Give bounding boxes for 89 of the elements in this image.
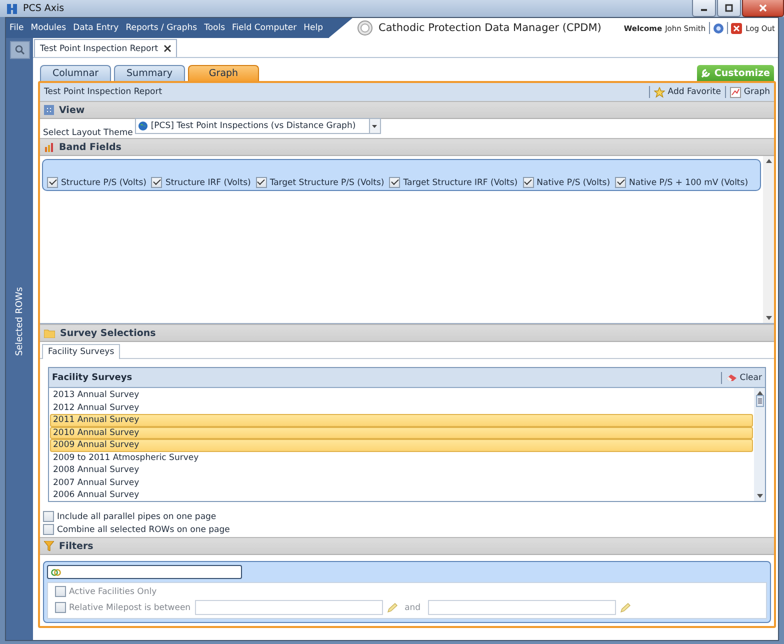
- arrow-down-icon: [766, 316, 772, 320]
- checkbox[interactable]: [615, 177, 626, 188]
- pencil-icon: [620, 602, 631, 612]
- checkbox[interactable]: [522, 177, 534, 188]
- folder-icon: [44, 328, 55, 338]
- checkbox[interactable]: [256, 177, 267, 188]
- minimize-button[interactable]: [692, 0, 716, 17]
- checkbox[interactable]: [151, 177, 162, 188]
- field-label: Select Layout Theme: [43, 128, 133, 138]
- list-item[interactable]: 2007 Annual Survey: [50, 476, 753, 489]
- list-item[interactable]: 2009 Annual Survey: [50, 439, 753, 452]
- checkbox[interactable]: [43, 524, 54, 535]
- close-icon: [730, 22, 742, 34]
- maximize-icon: [724, 4, 734, 12]
- list-title: Facility Surveys: [52, 372, 132, 382]
- section-title: Survey Selections: [60, 328, 156, 338]
- list-item[interactable]: 2013 Annual Survey: [50, 389, 753, 402]
- wrench-icon: [701, 68, 712, 78]
- globe-icon: [138, 121, 148, 131]
- menu-item[interactable]: File: [6, 23, 28, 33]
- menu-item[interactable]: Data Entry: [70, 23, 122, 33]
- checkbox-label: Native P/S (Volts): [536, 178, 610, 188]
- document-tab[interactable]: Test Point Inspection Report: [34, 39, 178, 57]
- list-item[interactable]: 2011 Annual Survey: [50, 414, 753, 426]
- checkbox[interactable]: [43, 511, 54, 522]
- checkbox-label: Native P/S + 100 mV (Volts): [629, 178, 748, 188]
- checkbox-label: Structure P/S (Volts): [61, 178, 146, 188]
- list-item[interactable]: 2012 Annual Survey: [50, 402, 753, 414]
- close-icon: [758, 4, 768, 12]
- star-icon: [654, 86, 665, 98]
- section-title: Band Fields: [59, 142, 122, 152]
- report-title: Test Point Inspection Report: [44, 87, 162, 97]
- checkbox-label: Target Structure IRF (Volts): [403, 178, 518, 188]
- search-button[interactable]: [10, 41, 30, 59]
- view-tab[interactable]: Graph: [188, 65, 259, 81]
- scroll-thumb-icon: [756, 395, 764, 407]
- list-item[interactable]: 2010 Annual Survey: [50, 426, 753, 439]
- checkbox-label: Include all parallel pipes on one page: [57, 512, 216, 522]
- chart-icon: [730, 86, 741, 98]
- report-action-link[interactable]: Add Favorite: [654, 86, 721, 98]
- clear-button[interactable]: Clear: [726, 372, 762, 382]
- pencil-icon: [386, 602, 398, 612]
- checkbox-label: Target Structure P/S (Volts): [270, 178, 384, 188]
- sidebar-label[interactable]: Selected ROWs: [14, 287, 24, 356]
- section-title: Filters: [59, 540, 94, 552]
- app-title: Cathodic Protection Data Manager (CPDM): [378, 22, 602, 34]
- menu-item[interactable]: Tools: [200, 23, 229, 33]
- filter-search-field[interactable]: [47, 565, 242, 579]
- arrow-up-icon: [756, 391, 762, 395]
- menu-item[interactable]: Field Computer: [228, 23, 300, 33]
- menu-item[interactable]: Reports / Graphs: [122, 23, 201, 33]
- checkbox-label: Relative Milepost is between: [69, 602, 191, 612]
- scrollbar[interactable]: [754, 388, 765, 501]
- arrow-up-icon: [766, 159, 772, 163]
- list-item[interactable]: 2006 Annual Survey: [50, 489, 753, 501]
- conjunction-label: and: [404, 602, 421, 612]
- checkbox[interactable]: [55, 586, 66, 597]
- checkbox[interactable]: [47, 177, 58, 188]
- list-item[interactable]: 2009 to 2011 Atmospheric Survey: [50, 452, 753, 464]
- section-title: View: [59, 104, 85, 116]
- search-icon: [14, 45, 24, 55]
- checkbox[interactable]: [389, 177, 400, 188]
- view-tab[interactable]: Summary: [114, 65, 185, 81]
- checkbox[interactable]: [55, 602, 66, 613]
- scrollbar[interactable]: [763, 156, 774, 323]
- checkbox-label: Combine all selected ROWs on one page: [57, 524, 230, 534]
- caret-down-icon: [372, 124, 378, 128]
- rings-icon: [51, 568, 61, 576]
- checkbox-label: Structure IRF (Volts): [165, 178, 251, 188]
- menu-item[interactable]: Modules: [27, 23, 70, 33]
- input-field[interactable]: [194, 600, 383, 615]
- report-action-link[interactable]: Graph: [730, 86, 770, 98]
- view-tab[interactable]: Columnar: [40, 65, 111, 81]
- maximize-button[interactable]: [717, 0, 741, 17]
- list-item[interactable]: 2008 Annual Survey: [50, 464, 753, 476]
- survey-tab[interactable]: Facility Surveys: [42, 344, 120, 359]
- grid-icon: [44, 105, 54, 115]
- funnel-icon: [44, 541, 54, 551]
- app-icon: [6, 2, 18, 14]
- bar-chart-icon: [44, 142, 54, 152]
- eraser-icon: [726, 374, 737, 382]
- close-icon: [164, 45, 172, 52]
- menu-item[interactable]: Help: [300, 23, 326, 33]
- window-title: PCS Axis: [23, 3, 64, 14]
- arrow-down-icon: [756, 494, 762, 498]
- close-button[interactable]: [742, 0, 784, 17]
- layout-theme-dropdown[interactable]: [PCS] Test Point Inspections (vs Distance Graph): [134, 118, 381, 134]
- checkbox-label: Active Facilities Only: [69, 586, 157, 596]
- input-field[interactable]: [428, 600, 616, 615]
